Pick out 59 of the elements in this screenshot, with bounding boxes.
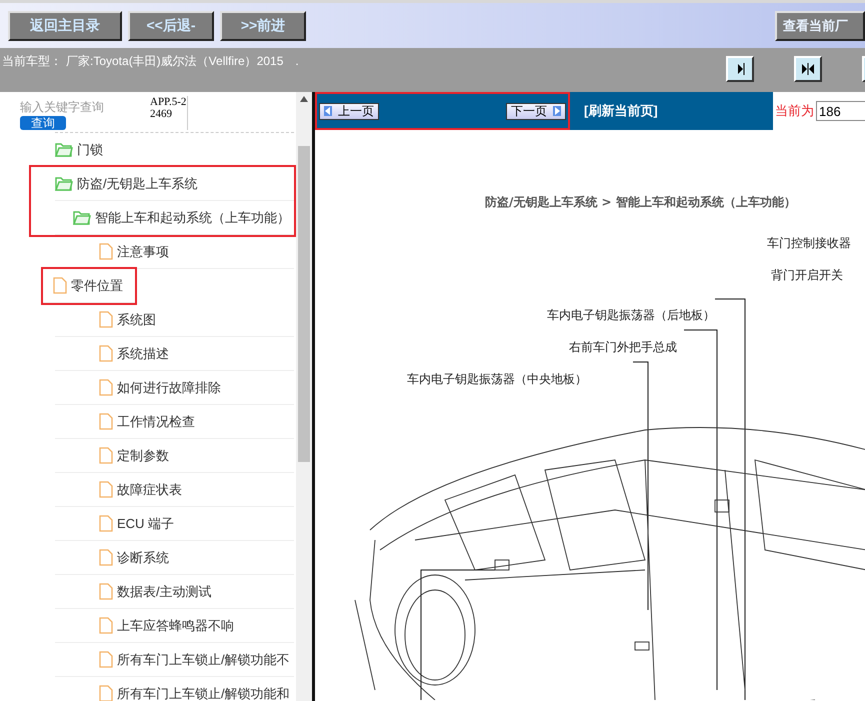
- tree-item[interactable]: 定制参数: [117, 446, 169, 466]
- document-icon: [99, 379, 113, 396]
- tree-item[interactable]: 工作情况检查: [117, 412, 195, 432]
- scroll-up-arrow-icon[interactable]: [300, 96, 308, 102]
- right-arrow-icon: [553, 106, 561, 116]
- document-icon: [99, 413, 113, 430]
- app-code: APP.5-22469: [150, 96, 188, 130]
- page-label: 当前为: [775, 102, 814, 120]
- refresh-link[interactable]: [刷新当前页]: [584, 101, 658, 121]
- callout-label: 右前车门外把手总成: [569, 339, 677, 356]
- tree-item[interactable]: 上车应答蜂鸣器不响: [117, 616, 234, 636]
- view-manufacturer-button[interactable]: 查看当前厂: [775, 10, 865, 40]
- tree-item[interactable]: 注意事项: [117, 242, 169, 262]
- previous-page-button[interactable]: 上一页: [319, 102, 379, 120]
- folder-icon: [73, 210, 91, 225]
- document-icon: [99, 345, 113, 362]
- vehicle-label: 当前车型：: [2, 53, 62, 70]
- tree-item[interactable]: ECU 端子: [117, 514, 174, 534]
- scrollbar[interactable]: [296, 92, 312, 701]
- document-icon: [99, 311, 113, 328]
- tree-item[interactable]: 所有车门上车锁止/解锁功能和: [117, 684, 290, 701]
- tree-item[interactable]: 系统图: [117, 310, 156, 330]
- callout-label: 车内电子钥匙振荡器（中央地板）: [407, 371, 587, 388]
- tree-item[interactable]: 如何进行故障排除: [117, 378, 221, 398]
- document-icon: [99, 617, 113, 634]
- document-icon: [99, 481, 113, 498]
- document-icon: [99, 243, 113, 260]
- callout-label: 车门控制接收器: [767, 235, 851, 252]
- tree-item[interactable]: 门锁: [77, 140, 103, 160]
- tree-item[interactable]: 诊断系统: [117, 548, 169, 568]
- left-arrow-icon: [324, 106, 332, 116]
- callout-label: 车内电子钥匙振荡器（后地板）: [547, 307, 715, 324]
- next-page-button[interactable]: 下一页: [506, 102, 566, 120]
- folder-icon: [55, 176, 73, 191]
- document-icon: [99, 515, 113, 532]
- tree-item[interactable]: 所有车门上车锁止/解锁功能不: [117, 650, 290, 670]
- document-icon: [99, 685, 113, 701]
- scrollbar-thumb[interactable]: [298, 146, 310, 462]
- split-right-icon[interactable]: [726, 56, 754, 82]
- tree-item[interactable]: 智能上车和起动系统（上车功能）: [95, 208, 290, 228]
- split-center-icon[interactable]: [794, 56, 822, 82]
- tree-item[interactable]: 零件位置: [71, 276, 123, 296]
- folder-icon: [55, 142, 73, 157]
- callout-label: 背门开启开关: [771, 267, 843, 284]
- document-icon: [53, 277, 67, 294]
- search-field[interactable]: 输入关键字查询: [20, 98, 130, 116]
- document-title: 防盗/无钥匙上车系统 > 智能上车和起动系统（上车功能）: [485, 194, 796, 211]
- document-icon: [99, 583, 113, 600]
- tree-item[interactable]: 防盗/无钥匙上车系统: [77, 174, 198, 194]
- tree-item[interactable]: 数据表/主动测试: [117, 582, 212, 602]
- search-button[interactable]: 查询: [20, 116, 66, 130]
- document-icon: [99, 651, 113, 668]
- dot-text: .: [295, 53, 299, 70]
- document-icon: [99, 549, 113, 566]
- document-icon: [99, 447, 113, 464]
- page-number-field[interactable]: 186: [816, 101, 865, 121]
- tree-item[interactable]: 系统描述: [117, 344, 169, 364]
- vehicle-name: 厂家:Toyota(丰田)威尔法（Vellfire）2015: [66, 53, 284, 70]
- tree-item[interactable]: 故障症状表: [117, 480, 182, 500]
